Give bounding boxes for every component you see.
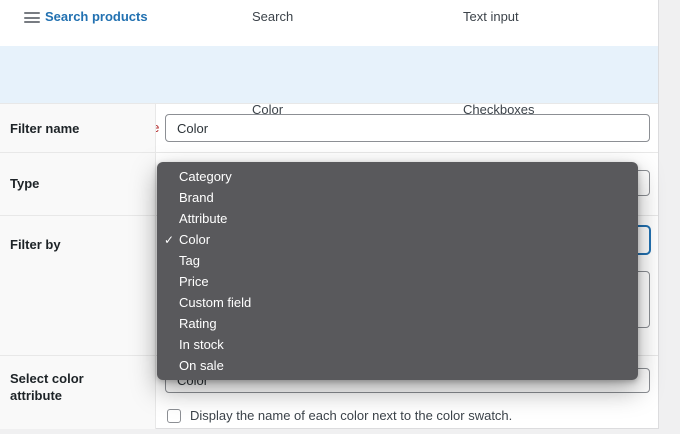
- dropdown-item-in-stock[interactable]: In stock: [157, 334, 638, 355]
- dropdown-items: CategoryBrandAttribute✓ColorTagPriceCust…: [157, 166, 638, 376]
- label-line-2: attribute: [10, 388, 62, 403]
- dropdown-item-label: Tag: [179, 253, 200, 268]
- dropdown-item-price[interactable]: Price: [157, 271, 638, 292]
- filter-input-cell: Text input: [463, 9, 519, 24]
- dropdown-item-label: In stock: [179, 337, 224, 352]
- form-row-filter-name: Filter name: [0, 103, 658, 152]
- dropdown-item-label: Color: [179, 232, 210, 247]
- dropdown-item-label: Brand: [179, 190, 214, 205]
- dropdown-item-tag[interactable]: Tag: [157, 250, 638, 271]
- dropdown-item-label: Rating: [179, 316, 217, 331]
- filter-by-dropdown: CategoryBrandAttribute✓ColorTagPriceCust…: [157, 162, 638, 380]
- drag-handle-icon[interactable]: [24, 12, 40, 23]
- dropdown-item-rating[interactable]: Rating: [157, 313, 638, 334]
- type-label: Type: [10, 175, 39, 192]
- display-name-checkbox[interactable]: [167, 409, 181, 423]
- filter-by-label: Filter by: [10, 236, 61, 253]
- dropdown-item-category[interactable]: Category: [157, 166, 638, 187]
- dropdown-item-attribute[interactable]: Attribute: [157, 208, 638, 229]
- select-color-attribute-label: Select color attribute: [10, 370, 130, 404]
- dropdown-item-label: Custom field: [179, 295, 251, 310]
- filter-settings-panel: Search products Search Text input Color …: [0, 0, 659, 429]
- filter-name-input[interactable]: [165, 114, 650, 142]
- display-name-checkbox-label: Display the name of each color next to t…: [190, 408, 512, 423]
- filter-row-color: Color Color Checkboxes Close filter|Dele…: [0, 46, 658, 103]
- dropdown-item-label: Category: [179, 169, 232, 184]
- label-line-1: Select color: [10, 371, 84, 386]
- dropdown-item-label: Attribute: [179, 211, 227, 226]
- dropdown-item-on-sale[interactable]: On sale: [157, 355, 638, 376]
- display-name-checkbox-row: Display the name of each color next to t…: [167, 408, 512, 423]
- filter-name-label: Filter name: [10, 120, 79, 137]
- dropdown-item-label: Price: [179, 274, 209, 289]
- filter-type-cell: Search: [252, 9, 293, 24]
- dropdown-item-custom-field[interactable]: Custom field: [157, 292, 638, 313]
- filter-row-search-products: Search products Search Text input: [0, 0, 658, 46]
- dropdown-item-label: On sale: [179, 358, 224, 373]
- filter-name-link[interactable]: Search products: [45, 9, 148, 24]
- dropdown-item-color[interactable]: ✓Color: [157, 229, 638, 250]
- checkmark-icon: ✓: [164, 233, 179, 247]
- dropdown-item-brand[interactable]: Brand: [157, 187, 638, 208]
